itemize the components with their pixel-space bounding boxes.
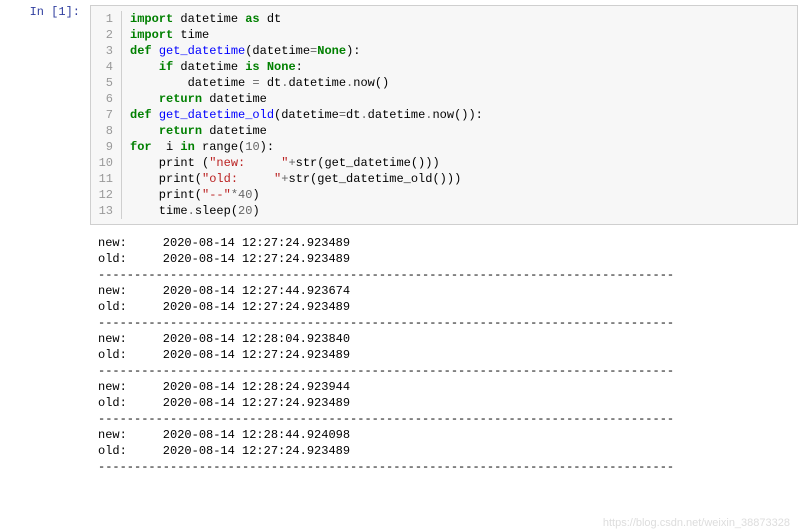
output-block: new: 2020-08-14 12:27:24.923489old: 2020… [98,235,798,283]
output-separator: ----------------------------------------… [98,459,798,475]
output-block: new: 2020-08-14 12:27:44.923674old: 2020… [98,283,798,331]
line-number-gutter: 12345678910111213 [91,11,121,219]
line-number: 7 [91,107,113,123]
code-content[interactable]: import datetime as dtimport timedef get_… [121,11,797,219]
line-number: 11 [91,171,113,187]
output-area: new: 2020-08-14 12:27:24.923489old: 2020… [90,230,798,475]
line-number: 6 [91,91,113,107]
code-line[interactable]: print ("new: "+str(get_datetime())) [130,155,797,171]
line-number: 10 [91,155,113,171]
output-old-line: old: 2020-08-14 12:27:24.923489 [98,299,798,315]
code-line[interactable]: import datetime as dt [130,11,797,27]
output-new-line: new: 2020-08-14 12:28:04.923840 [98,331,798,347]
output-separator: ----------------------------------------… [98,363,798,379]
watermark-text: https://blog.csdn.net/weixin_38873328 [603,517,790,529]
output-block: new: 2020-08-14 12:28:44.924098old: 2020… [98,427,798,475]
line-number: 5 [91,75,113,91]
line-number: 12 [91,187,113,203]
prompt-label: In [1]: [30,5,80,19]
output-new-line: new: 2020-08-14 12:27:24.923489 [98,235,798,251]
code-line[interactable]: if datetime is None: [130,59,797,75]
output-new-line: new: 2020-08-14 12:27:44.923674 [98,283,798,299]
code-line[interactable]: def get_datetime_old(datetime=dt.datetim… [130,107,797,123]
code-line[interactable]: return datetime [130,123,797,139]
notebook-cell: In [1]: 12345678910111213 import datetim… [0,0,798,230]
code-line[interactable]: for i in range(10): [130,139,797,155]
output-separator: ----------------------------------------… [98,411,798,427]
code-line[interactable]: datetime = dt.datetime.now() [130,75,797,91]
input-prompt: In [1]: [0,5,90,225]
output-new-line: new: 2020-08-14 12:28:44.924098 [98,427,798,443]
output-block: new: 2020-08-14 12:28:24.923944old: 2020… [98,379,798,427]
code-line[interactable]: return datetime [130,91,797,107]
line-number: 4 [91,59,113,75]
output-block: new: 2020-08-14 12:28:04.923840old: 2020… [98,331,798,379]
code-line[interactable]: print("--"*40) [130,187,797,203]
output-old-line: old: 2020-08-14 12:27:24.923489 [98,251,798,267]
output-new-line: new: 2020-08-14 12:28:24.923944 [98,379,798,395]
code-line[interactable]: def get_datetime(datetime=None): [130,43,797,59]
line-number: 8 [91,123,113,139]
code-input-area[interactable]: 12345678910111213 import datetime as dti… [90,5,798,225]
line-number: 1 [91,11,113,27]
line-number: 9 [91,139,113,155]
code-line[interactable]: time.sleep(20) [130,203,797,219]
output-old-line: old: 2020-08-14 12:27:24.923489 [98,395,798,411]
code-line[interactable]: print("old: "+str(get_datetime_old())) [130,171,797,187]
output-separator: ----------------------------------------… [98,315,798,331]
line-number: 2 [91,27,113,43]
output-old-line: old: 2020-08-14 12:27:24.923489 [98,347,798,363]
line-number: 3 [91,43,113,59]
line-number: 13 [91,203,113,219]
output-old-line: old: 2020-08-14 12:27:24.923489 [98,443,798,459]
code-line[interactable]: import time [130,27,797,43]
output-separator: ----------------------------------------… [98,267,798,283]
